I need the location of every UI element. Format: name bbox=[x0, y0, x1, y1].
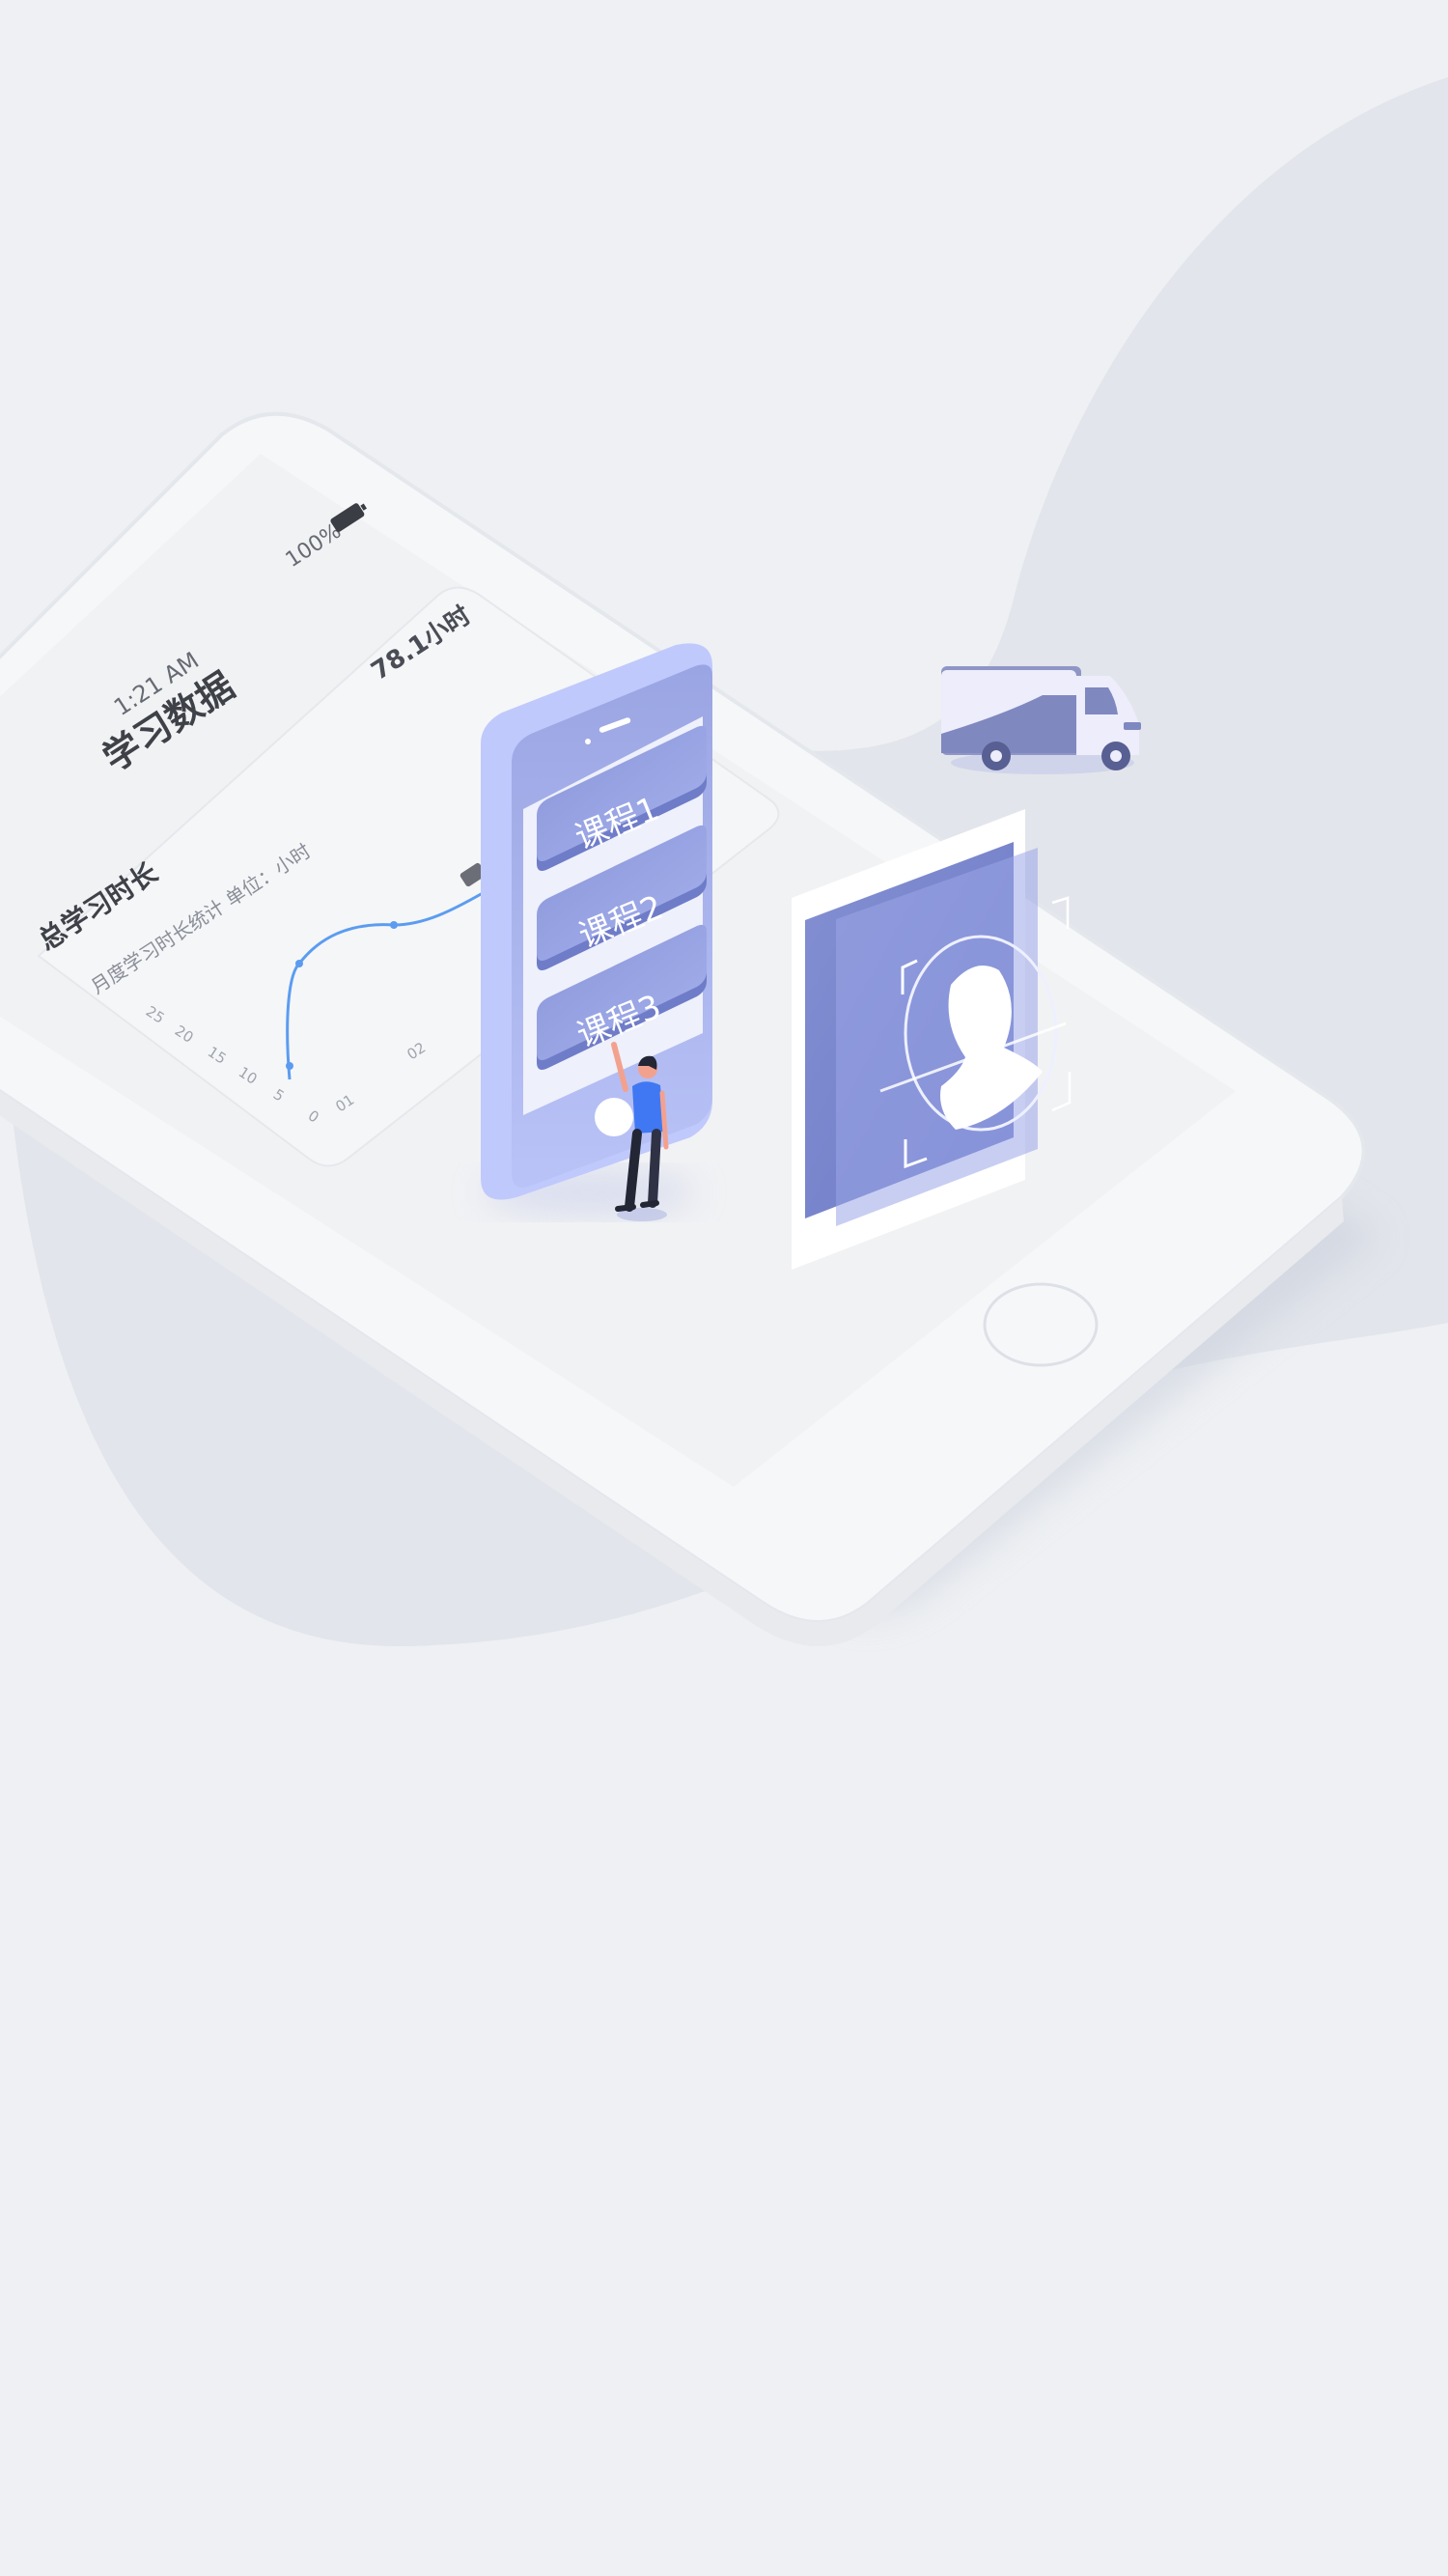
truck-icon bbox=[941, 666, 1141, 774]
chart-point bbox=[286, 1062, 293, 1070]
chart-point bbox=[295, 960, 303, 967]
onboarding-illustration: 1:21 AM 100% 学习数据 78.1小时 总学习时长 月度学习时长统计 … bbox=[0, 77, 1448, 1647]
illustration-stage: 1:21 AM 100% 学习数据 78.1小时 总学习时长 月度学习时长统计 … bbox=[0, 0, 1448, 2576]
chart-point bbox=[390, 921, 398, 929]
device-home-button-icon[interactable] bbox=[595, 1098, 633, 1136]
